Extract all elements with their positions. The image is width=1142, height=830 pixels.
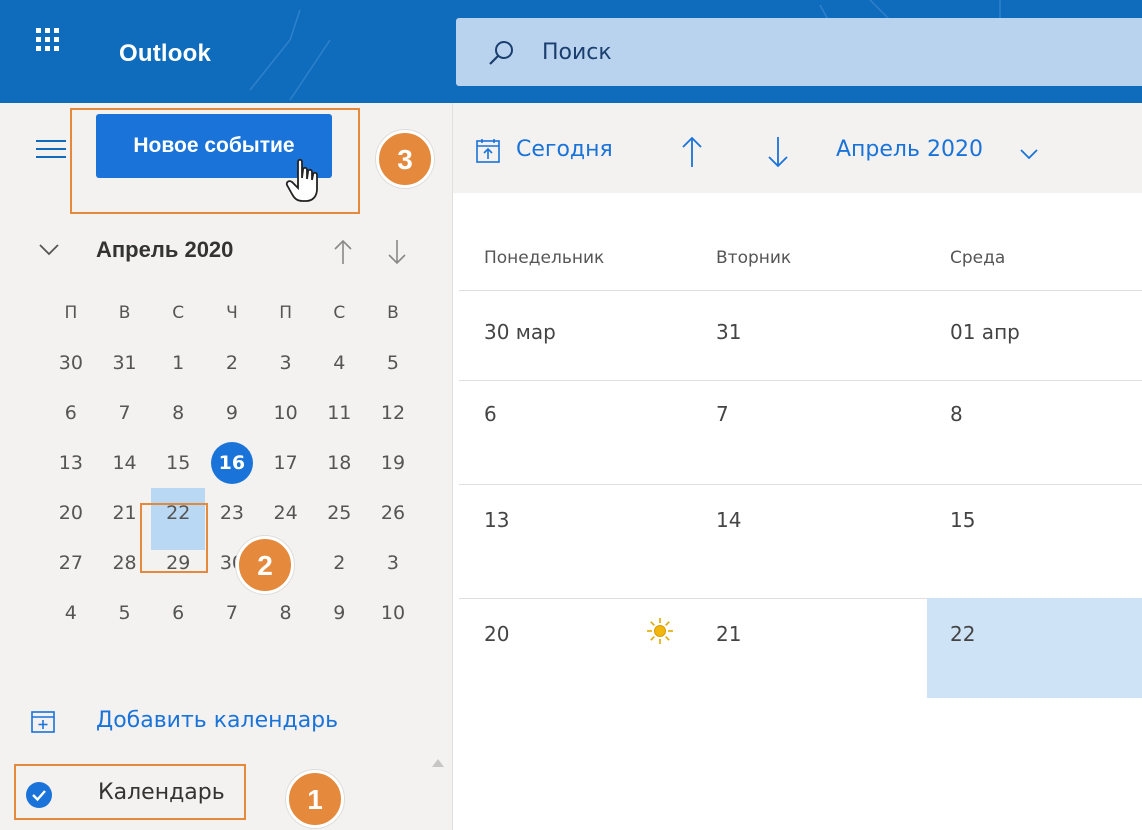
mini-next-arrow-icon[interactable] xyxy=(386,238,408,266)
mini-calendar-title: Апрель 2020 xyxy=(96,237,234,262)
week-divider xyxy=(459,380,1142,381)
day-cell-label[interactable]: 13 xyxy=(484,508,509,532)
day-cell-label[interactable]: 21 xyxy=(716,622,741,646)
mini-day[interactable]: 6 xyxy=(44,400,98,450)
month-label: Апрель 2020 xyxy=(836,137,983,162)
mini-day-today[interactable]: 16 xyxy=(205,442,259,500)
selected-day-cell[interactable] xyxy=(927,598,1142,698)
mini-calendar-grid: П В С Ч П С В 30 31 1 2 3 4 5 6 7 8 9 10… xyxy=(44,300,420,650)
column-header-monday: Понедельник xyxy=(484,248,605,268)
mini-day[interactable]: 3 xyxy=(366,550,420,600)
search-input[interactable] xyxy=(542,34,1102,70)
mini-day[interactable]: 3 xyxy=(259,350,313,400)
mini-day[interactable]: 17 xyxy=(259,450,313,500)
day-cell-label[interactable]: 22 xyxy=(950,622,975,646)
add-calendar-link[interactable]: Добавить календарь xyxy=(30,706,430,746)
mini-day[interactable]: 26 xyxy=(366,500,420,550)
weekday-label: С xyxy=(172,303,185,323)
mini-day[interactable]: 20 xyxy=(44,500,98,550)
weekday-label: П xyxy=(64,303,78,323)
column-header-wednesday: Среда xyxy=(950,248,1006,268)
chevron-down-icon xyxy=(1020,149,1038,160)
mini-day[interactable]: 5 xyxy=(366,350,420,400)
mini-day[interactable]: 9 xyxy=(312,600,366,650)
month-picker-button[interactable]: Апрель 2020 xyxy=(836,133,1066,173)
hand-cursor-icon xyxy=(285,158,318,202)
mini-day[interactable]: 19 xyxy=(366,450,420,500)
mini-week-row: 27 28 29 30 1 2 3 xyxy=(44,550,420,600)
scroll-up-arrow-icon[interactable] xyxy=(430,756,446,770)
day-cell-label[interactable]: 31 xyxy=(716,320,741,344)
day-cell-label[interactable]: 7 xyxy=(716,402,729,426)
mini-day[interactable]: 27 xyxy=(44,550,98,600)
day-cell-label[interactable]: 01 апр xyxy=(950,320,1020,344)
weekday-label: В xyxy=(118,303,131,323)
calendar-today-icon xyxy=(476,139,500,163)
app-name[interactable]: Outlook xyxy=(119,40,211,68)
mini-day[interactable]: 5 xyxy=(98,600,152,650)
next-period-arrow-icon[interactable] xyxy=(766,135,790,169)
mini-day[interactable]: 13 xyxy=(44,450,98,500)
search-icon xyxy=(489,41,513,65)
mini-day[interactable]: 12 xyxy=(366,400,420,450)
mini-week-row: 20 21 22 23 24 25 26 xyxy=(44,488,420,550)
column-header-tuesday: Вторник xyxy=(716,248,792,268)
step-badge-3: 3 xyxy=(376,130,434,188)
step-badge-2: 2 xyxy=(236,536,294,594)
menu-icon[interactable] xyxy=(36,140,66,160)
add-calendar-icon xyxy=(31,711,55,733)
mini-day[interactable]: 30 xyxy=(44,350,98,400)
app-launcher-icon[interactable] xyxy=(36,28,76,68)
weekday-label: П xyxy=(279,303,292,323)
day-cell-label[interactable]: 15 xyxy=(950,508,975,532)
mini-day[interactable]: 7 xyxy=(205,600,259,650)
mini-day[interactable]: 8 xyxy=(259,600,313,650)
day-cell-label[interactable]: 14 xyxy=(716,508,741,532)
day-cell-label[interactable]: 6 xyxy=(484,402,497,426)
mini-day[interactable]: 10 xyxy=(366,600,420,650)
mini-day[interactable]: 2 xyxy=(312,550,366,600)
today-label: Сегодня xyxy=(516,137,613,162)
day-cell-label[interactable]: 20 xyxy=(484,622,509,646)
pane-divider xyxy=(452,103,453,830)
day-cell-label[interactable]: 30 мар xyxy=(484,320,556,344)
today-button[interactable]: Сегодня xyxy=(474,133,644,173)
mini-day[interactable]: 2 xyxy=(205,350,259,400)
mini-day[interactable]: 4 xyxy=(312,350,366,400)
day-cell-label[interactable]: 8 xyxy=(950,402,963,426)
mini-day[interactable]: 1 xyxy=(151,350,205,400)
today-marker: 16 xyxy=(210,442,253,484)
weekday-label: В xyxy=(387,303,399,323)
week-divider xyxy=(459,290,1142,291)
mini-week-row: 30 31 1 2 3 4 5 xyxy=(44,350,420,400)
mini-day[interactable]: 7 xyxy=(98,400,152,450)
mini-day[interactable]: 31 xyxy=(98,350,152,400)
mini-day[interactable]: 8 xyxy=(151,400,205,450)
mini-day[interactable]: 11 xyxy=(312,400,366,450)
weekday-label: С xyxy=(333,303,346,323)
callout-box-2 xyxy=(140,503,208,573)
mini-day[interactable]: 4 xyxy=(44,600,98,650)
add-calendar-label: Добавить календарь xyxy=(96,708,339,733)
mini-day[interactable]: 25 xyxy=(312,500,366,550)
callout-box-1 xyxy=(14,764,246,820)
mini-week-row: 4 5 6 7 8 9 10 xyxy=(44,600,420,650)
mini-week-row: 13 14 15 16 17 18 19 xyxy=(44,442,420,500)
mini-weekday-row: П В С Ч П С В xyxy=(44,300,420,350)
calendar-month-grid xyxy=(459,193,1142,830)
mini-day[interactable]: 18 xyxy=(312,450,366,500)
weather-sun-icon xyxy=(647,618,673,644)
mini-day[interactable]: 6 xyxy=(151,600,205,650)
mini-prev-arrow-icon[interactable] xyxy=(332,238,354,266)
chevron-down-icon[interactable] xyxy=(38,240,60,258)
search-box[interactable] xyxy=(456,18,1142,86)
week-divider xyxy=(459,484,1142,485)
mini-day[interactable]: 14 xyxy=(98,450,152,500)
mini-day[interactable]: 10 xyxy=(259,400,313,450)
weekday-label: Ч xyxy=(226,303,238,323)
prev-period-arrow-icon[interactable] xyxy=(680,135,704,169)
step-badge-1: 1 xyxy=(286,770,344,828)
